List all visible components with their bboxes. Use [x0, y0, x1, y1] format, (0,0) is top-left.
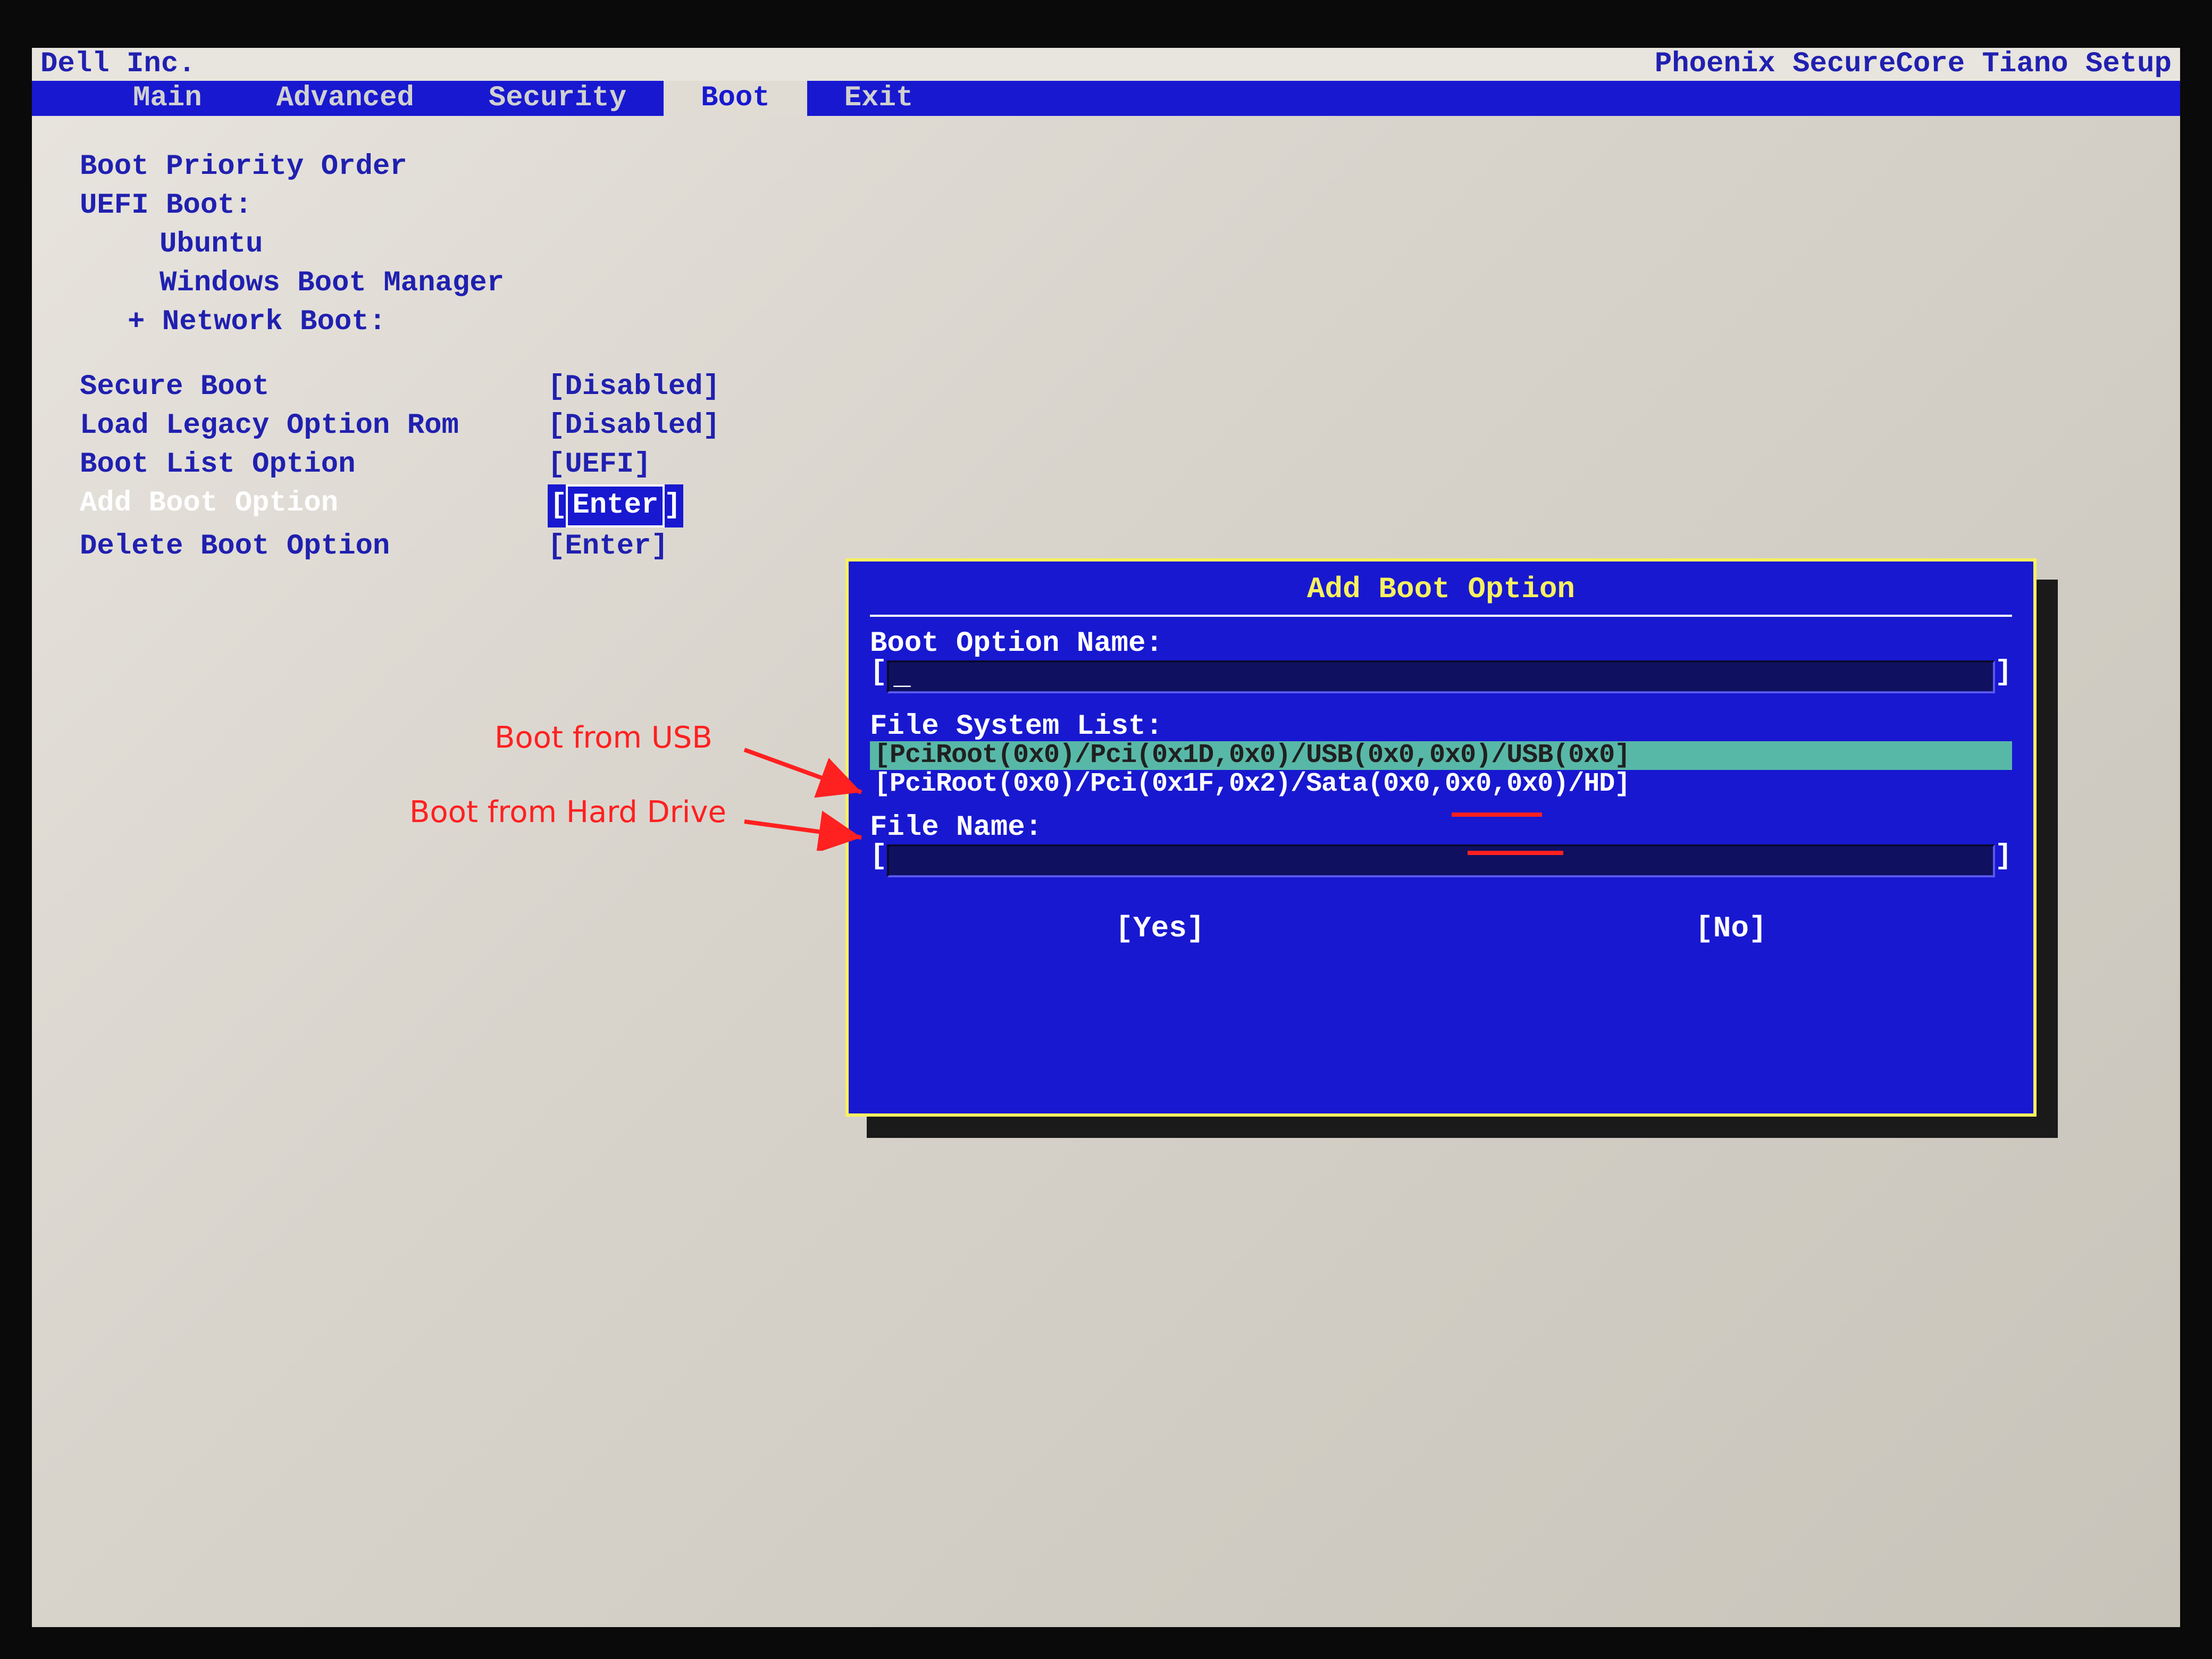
setting-secure-boot[interactable]: Secure Boot [Disabled]: [80, 368, 2132, 407]
bios-header: Dell Inc. Phoenix SecureCore Tiano Setup: [32, 48, 2180, 81]
file-system-list-label: File System List:: [870, 713, 2012, 741]
settings-list: Secure Boot [Disabled] Load Legacy Optio…: [80, 368, 2132, 566]
setting-load-legacy[interactable]: Load Legacy Option Rom [Disabled]: [80, 407, 2132, 446]
dialog-title: Add Boot Option: [870, 574, 2012, 617]
boot-page: Boot Priority Order UEFI Boot: Ubuntu Wi…: [32, 116, 2180, 598]
tab-boot[interactable]: Boot: [664, 81, 807, 116]
tab-advanced[interactable]: Advanced: [239, 81, 451, 116]
tab-security[interactable]: Security: [451, 81, 664, 116]
boot-option-name-input[interactable]: [887, 660, 1995, 693]
arrow-usb-icon: [739, 739, 888, 803]
boot-entry-ubuntu[interactable]: Ubuntu: [80, 225, 2132, 264]
file-name-input[interactable]: [887, 844, 1995, 877]
vendor-label: Dell Inc.: [40, 50, 196, 79]
arrow-hdd-icon: [739, 808, 888, 851]
boot-entry-windows[interactable]: Windows Boot Manager: [80, 264, 2132, 303]
uefi-boot-label: UEFI Boot:: [80, 187, 2132, 225]
annotation-hdd: Boot from Hard Drive: [409, 798, 726, 827]
fs-item-sata[interactable]: [PciRoot(0x0)/Pci(0x1F,0x2)/Sata(0x0,0x0…: [870, 770, 2012, 799]
menu-bar: Main Advanced Security Boot Exit: [32, 81, 2180, 116]
yes-button[interactable]: [Yes]: [1094, 914, 1226, 943]
bios-screen: Dell Inc. Phoenix SecureCore Tiano Setup…: [32, 48, 2180, 1627]
boot-priority-heading: Boot Priority Order: [80, 148, 2132, 187]
tab-exit[interactable]: Exit: [807, 81, 951, 116]
no-button[interactable]: [No]: [1674, 914, 1788, 943]
underline-usb: [1452, 812, 1542, 817]
fs-item-usb[interactable]: [PciRoot(0x0)/Pci(0x1D,0x0)/USB(0x0,0x0)…: [870, 741, 2012, 770]
tab-main[interactable]: Main: [96, 81, 239, 116]
boot-option-name-label: Boot Option Name:: [870, 630, 2012, 658]
setting-add-boot-option[interactable]: Add Boot Option [Enter]: [80, 484, 2132, 527]
underline-sata: [1468, 851, 1563, 855]
bios-title: Phoenix SecureCore Tiano Setup: [1655, 50, 2172, 79]
dialog-actions: [Yes] [No]: [870, 914, 2012, 943]
file-name-label: File Name:: [870, 814, 2012, 842]
file-system-list: [PciRoot(0x0)/Pci(0x1D,0x0)/USB(0x0,0x0)…: [870, 741, 2012, 799]
annotation-usb: Boot from USB: [495, 723, 713, 753]
setting-boot-list-option[interactable]: Boot List Option [UEFI]: [80, 446, 2132, 484]
add-boot-option-dialog: Add Boot Option Boot Option Name: [ ] Fi…: [845, 558, 2037, 1117]
network-boot-label[interactable]: + Network Boot:: [80, 303, 2132, 342]
